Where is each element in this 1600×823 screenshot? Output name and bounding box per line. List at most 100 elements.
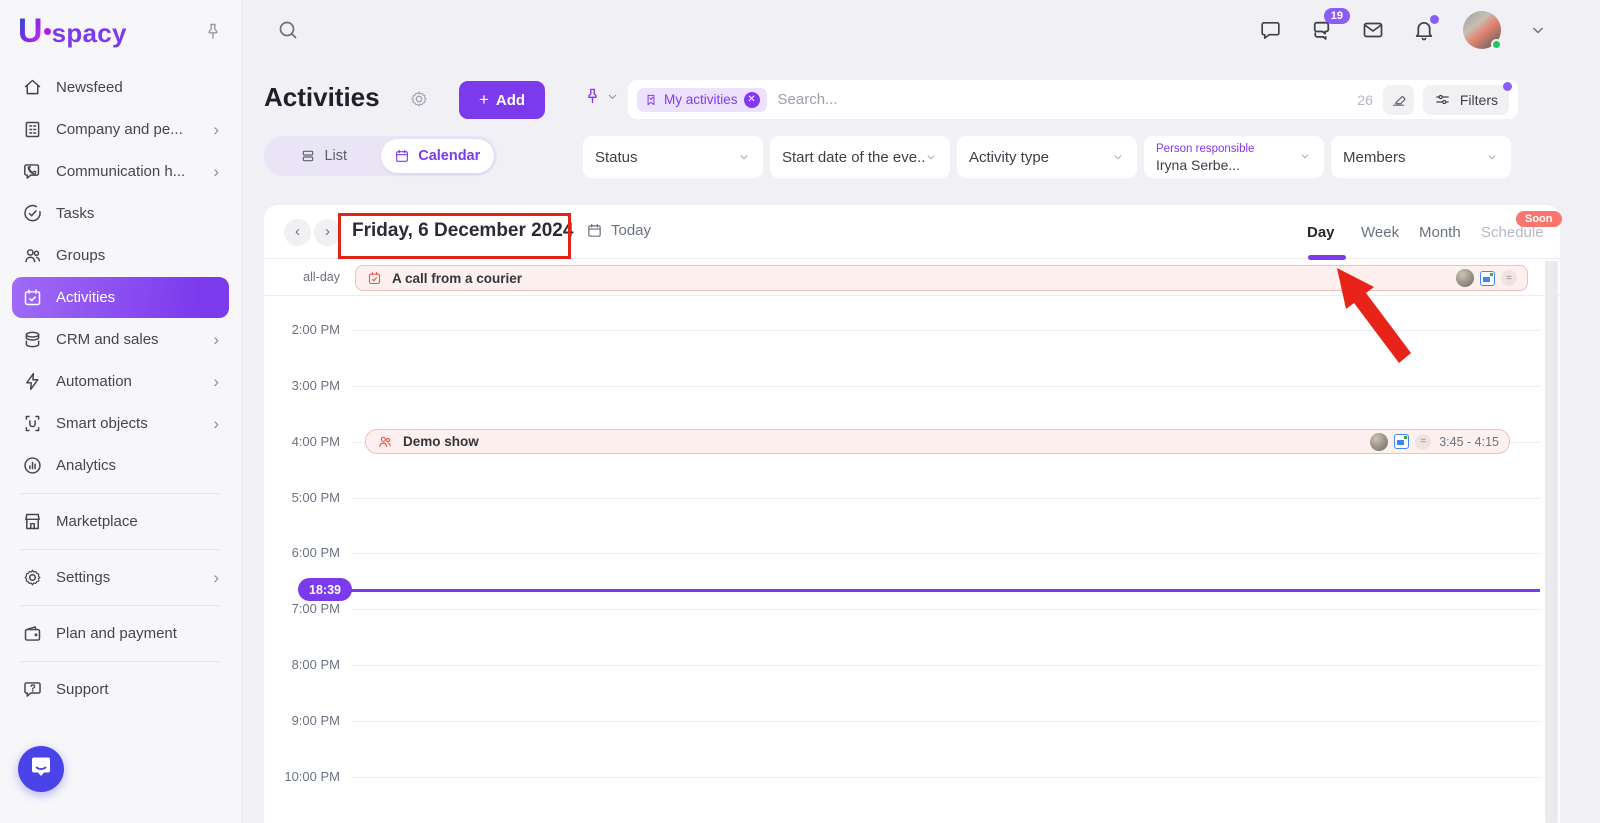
sidebar-item-marketplace[interactable]: Marketplace	[12, 501, 229, 542]
hour-gridline	[352, 777, 1540, 778]
chevron-down-icon	[1298, 149, 1312, 163]
calendar-check-icon	[367, 271, 382, 286]
chevron-down-icon[interactable]	[1528, 20, 1548, 40]
sidebar-item-label: Tasks	[56, 205, 94, 222]
intercom-chat-launcher[interactable]	[18, 746, 64, 792]
my-activities-chip[interactable]: My activities ✕	[637, 88, 767, 112]
comment-icon[interactable]	[1259, 19, 1282, 42]
pin-sidebar-icon[interactable]	[203, 22, 223, 42]
prev-day-button[interactable]: ‹	[284, 219, 311, 246]
activities-icon	[22, 287, 43, 308]
sliders-icon	[1434, 91, 1451, 108]
sidebar-item-activities[interactable]: Activities	[12, 277, 229, 318]
crm-icon	[22, 329, 43, 350]
hour-label: 9:00 PM	[270, 713, 340, 728]
tab-month[interactable]: Month	[1419, 224, 1461, 241]
add-button[interactable]: + Add	[459, 81, 545, 119]
tab-calendar-view[interactable]: Calendar	[381, 139, 495, 173]
sidebar-item-label: Communication h...	[56, 163, 185, 180]
person-responsible-filter-dropdown[interactable]: Person responsible Iryna Serbe...	[1144, 136, 1324, 178]
sidebar-item-tasks[interactable]: Tasks	[12, 193, 229, 234]
hour-gridline	[352, 553, 1540, 554]
google-calendar-icon	[1480, 271, 1495, 286]
communication-icon	[22, 161, 43, 182]
calendar-scrollbar[interactable]	[1545, 261, 1558, 823]
dropdown-label: Person responsible	[1156, 143, 1254, 157]
chevron-down-icon	[1485, 150, 1499, 164]
marketplace-icon	[22, 511, 43, 532]
analytics-icon	[22, 455, 43, 476]
hour-label: 5:00 PM	[270, 490, 340, 505]
sidebar-item-label: Newsfeed	[56, 79, 123, 96]
search-icon[interactable]	[276, 18, 300, 42]
hour-label: 8:00 PM	[270, 657, 340, 672]
topbar-icons: 19	[1259, 0, 1548, 60]
sidebar-item-communication[interactable]: Communication h... ›	[12, 151, 229, 192]
sidebar-item-groups[interactable]: Groups	[12, 235, 229, 276]
logo-row: U spacy	[0, 0, 241, 57]
sidebar-divider	[20, 661, 221, 662]
activity-type-filter-dropdown[interactable]: Activity type	[957, 136, 1137, 178]
chip-label: My activities	[664, 92, 738, 107]
sidebar-item-crm[interactable]: CRM and sales ›	[12, 319, 229, 360]
tab-week[interactable]: Week	[1361, 224, 1399, 241]
chevron-right-icon: ›	[213, 373, 219, 390]
sidebar-item-settings[interactable]: Settings ›	[12, 557, 229, 598]
search-bar[interactable]: My activities ✕ Search... 26 Filters	[628, 80, 1518, 119]
clear-search-button[interactable]	[1383, 85, 1414, 115]
pin-filter-dropdown[interactable]	[583, 87, 620, 106]
sidebar-item-label: Marketplace	[56, 513, 138, 530]
groups-icon	[22, 245, 43, 266]
soon-badge: Soon	[1516, 211, 1562, 227]
home-icon	[22, 77, 43, 98]
members-filter-dropdown[interactable]: Members	[1331, 136, 1511, 178]
tab-day[interactable]: Day	[1307, 224, 1335, 241]
remove-chip-icon[interactable]: ✕	[744, 92, 760, 108]
chevron-right-icon: ›	[213, 331, 219, 348]
event-meta: =	[1456, 269, 1527, 287]
sidebar-item-label: Support	[56, 681, 109, 698]
today-button[interactable]: Today	[586, 222, 651, 239]
hour-label: 4:00 PM	[270, 434, 340, 449]
gear-icon[interactable]	[409, 89, 429, 109]
next-day-button[interactable]: ›	[314, 219, 341, 246]
event-call-from-courier[interactable]: A call from a courier =	[355, 265, 1528, 291]
mail-icon[interactable]	[1361, 18, 1385, 42]
tasks-icon	[22, 203, 43, 224]
chevron-down-icon	[924, 150, 938, 164]
sidebar-item-plan-payment[interactable]: Plan and payment	[12, 613, 229, 654]
sidebar-item-company[interactable]: Company and pe... ›	[12, 109, 229, 150]
user-avatar[interactable]	[1463, 11, 1501, 49]
search-input[interactable]: Search...	[778, 91, 1358, 108]
bell-icon[interactable]	[1412, 18, 1436, 42]
start-date-filter-dropdown[interactable]: Start date of the eve...	[770, 136, 950, 178]
tab-list-view[interactable]: List	[267, 139, 381, 173]
uspacy-logo[interactable]: U spacy	[18, 14, 127, 49]
sidebar-item-smart-objects[interactable]: Smart objects ›	[12, 403, 229, 444]
dropdown-label: Start date of the eve...	[782, 149, 924, 166]
sidebar-item-label: Plan and payment	[56, 625, 177, 642]
messenger-icon[interactable]: 19	[1309, 18, 1334, 43]
logo-dot	[44, 28, 51, 35]
attendee-avatar	[1456, 269, 1474, 287]
current-time-badge: 18:39	[298, 578, 352, 601]
calendar-card: ‹ › Friday, 6 December 2024 Today Day We…	[264, 205, 1560, 823]
equals-icon: =	[1415, 434, 1431, 450]
sidebar-item-support[interactable]: Support	[12, 669, 229, 710]
filters-button[interactable]: Filters	[1423, 85, 1509, 115]
hour-label: 6:00 PM	[270, 545, 340, 560]
dropdown-value: Iryna Serbe...	[1156, 157, 1240, 175]
status-filter-dropdown[interactable]: Status	[583, 136, 763, 178]
sidebar: U spacy Newsfeed Company and pe... › Com…	[0, 0, 242, 823]
event-time-range: 3:45 - 4:15	[1439, 435, 1499, 449]
sidebar-item-newsfeed[interactable]: Newsfeed	[12, 67, 229, 108]
event-title: A call from a courier	[392, 271, 522, 286]
attendee-avatar	[1370, 433, 1388, 451]
uspacy-app: U spacy Newsfeed Company and pe... › Com…	[0, 0, 1600, 823]
unread-count-badge: 19	[1324, 8, 1350, 24]
sidebar-item-analytics[interactable]: Analytics	[12, 445, 229, 486]
sidebar-item-automation[interactable]: Automation ›	[12, 361, 229, 402]
logo-text: spacy	[52, 18, 127, 49]
notification-dot	[1430, 15, 1439, 24]
event-demo-show[interactable]: Demo show = 3:45 - 4:15	[365, 429, 1510, 454]
